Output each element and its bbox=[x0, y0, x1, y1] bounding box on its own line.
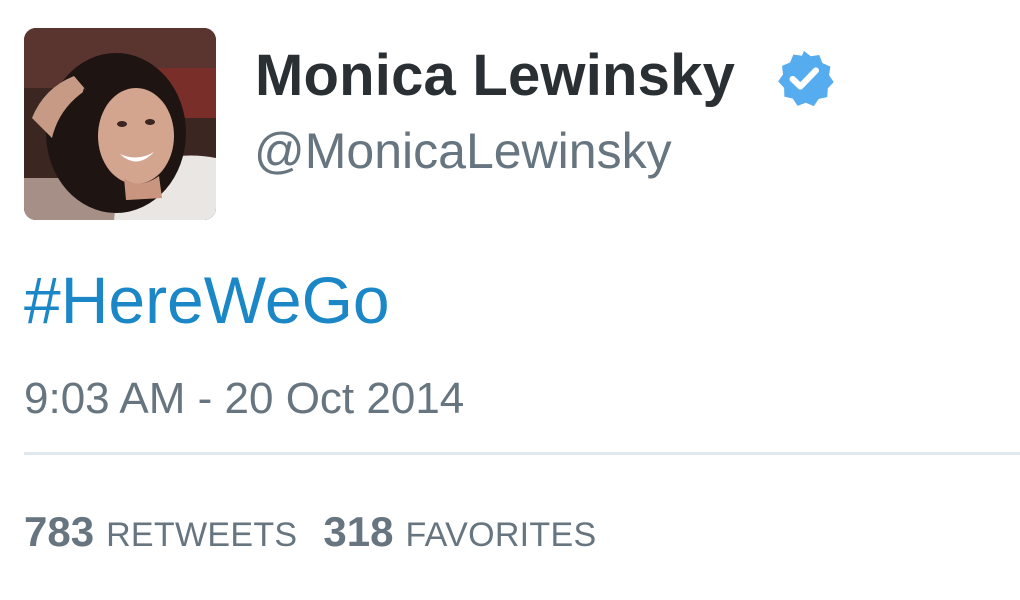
favorites-stat[interactable]: 318 FAVORITES bbox=[323, 508, 596, 556]
hashtag-link[interactable]: #HereWeGo bbox=[24, 263, 390, 337]
avatar-photo-icon bbox=[24, 28, 216, 220]
tweet-text: #HereWeGo bbox=[24, 262, 390, 338]
retweets-count: 783 bbox=[24, 508, 95, 555]
retweets-stat[interactable]: 783 RETWEETS bbox=[24, 508, 297, 556]
favorites-count: 318 bbox=[323, 508, 394, 555]
divider bbox=[24, 452, 1020, 455]
verified-badge-icon bbox=[778, 50, 834, 107]
user-avatar[interactable] bbox=[24, 28, 216, 220]
retweets-label: RETWEETS bbox=[106, 516, 298, 554]
display-name-row: Monica Lewinsky bbox=[255, 40, 835, 110]
user-handle[interactable]: @MonicaLewinsky bbox=[254, 122, 672, 180]
tweet-stats: 783 RETWEETS 318 FAVORITES bbox=[24, 508, 622, 556]
display-name[interactable]: Monica Lewinsky bbox=[255, 42, 735, 109]
tweet-card: Monica Lewinsky @MonicaLewinsky #HereWeG… bbox=[0, 0, 1020, 600]
tweet-timestamp[interactable]: 9:03 AM - 20 Oct 2014 bbox=[24, 374, 464, 424]
favorites-label: FAVORITES bbox=[405, 516, 597, 554]
